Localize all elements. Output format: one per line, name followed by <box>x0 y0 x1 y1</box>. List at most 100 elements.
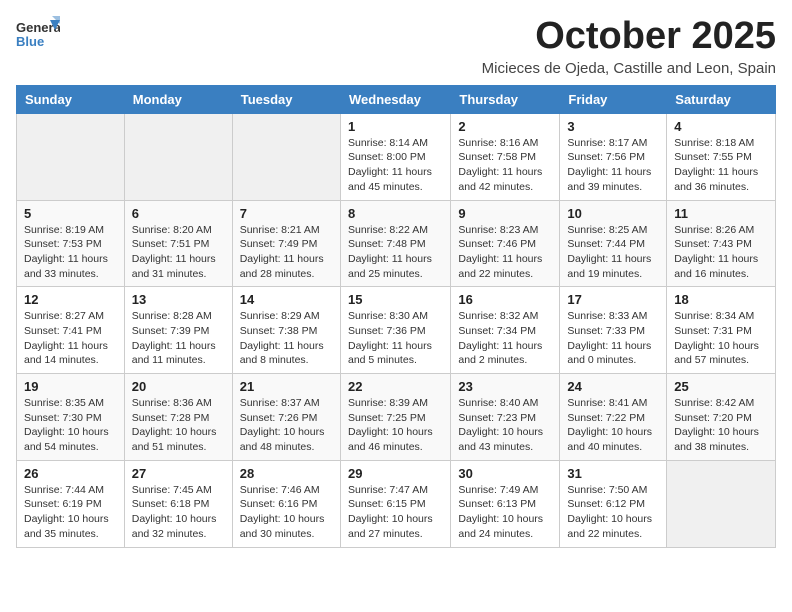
cell-info: Sunrise: 8:36 AM Sunset: 7:28 PM Dayligh… <box>132 396 225 455</box>
date-number: 29 <box>348 466 443 481</box>
calendar-cell: 7 Sunrise: 8:21 AM Sunset: 7:49 PM Daylig… <box>232 200 340 287</box>
date-number: 27 <box>132 466 225 481</box>
calendar-cell: 31 Sunrise: 7:50 AM Sunset: 6:12 PM Dayli… <box>560 460 667 547</box>
cell-info: Sunrise: 8:26 AM Sunset: 7:43 PM Dayligh… <box>674 223 768 282</box>
calendar-cell: 25 Sunrise: 8:42 AM Sunset: 7:20 PM Dayli… <box>667 374 776 461</box>
calendar-cell: 4 Sunrise: 8:18 AM Sunset: 7:55 PM Daylig… <box>667 113 776 200</box>
cell-info: Sunrise: 8:29 AM Sunset: 7:38 PM Dayligh… <box>240 309 333 368</box>
calendar-cell: 13 Sunrise: 8:28 AM Sunset: 7:39 PM Dayli… <box>124 287 232 374</box>
date-number: 2 <box>458 119 552 134</box>
calendar-cell: 16 Sunrise: 8:32 AM Sunset: 7:34 PM Dayli… <box>451 287 560 374</box>
date-number: 13 <box>132 292 225 307</box>
cell-info: Sunrise: 8:14 AM Sunset: 8:00 PM Dayligh… <box>348 136 443 195</box>
calendar-cell: 3 Sunrise: 8:17 AM Sunset: 7:56 PM Daylig… <box>560 113 667 200</box>
calendar-cell: 20Sunrise: 8:36 AM Sunset: 7:28 PM Dayli… <box>124 374 232 461</box>
calendar-cell: 10Sunrise: 8:25 AM Sunset: 7:44 PM Dayli… <box>560 200 667 287</box>
date-number: 1 <box>348 119 443 134</box>
calendar-cell: 23 Sunrise: 8:40 AM Sunset: 7:23 PM Dayli… <box>451 374 560 461</box>
page-header: General Blue October 2025 Micieces de Oj… <box>16 16 776 77</box>
cell-info: Sunrise: 8:34 AM Sunset: 7:31 PM Dayligh… <box>674 309 768 368</box>
calendar-table: SundayMondayTuesdayWednesdayThursdayFrid… <box>16 85 776 548</box>
week-row-1: 1 Sunrise: 8:14 AM Sunset: 8:00 PM Daylig… <box>17 113 776 200</box>
cell-info: Sunrise: 7:45 AM Sunset: 6:18 PM Dayligh… <box>132 483 225 542</box>
calendar-cell: 19 Sunrise: 8:35 AM Sunset: 7:30 PM Dayli… <box>17 374 125 461</box>
date-number: 8 <box>348 206 443 221</box>
svg-text:Blue: Blue <box>16 34 44 49</box>
cell-info: Sunrise: 8:28 AM Sunset: 7:39 PM Dayligh… <box>132 309 225 368</box>
date-number: 6 <box>132 206 225 221</box>
date-number: 19 <box>24 379 117 394</box>
cell-info: Sunrise: 8:30 AM Sunset: 7:36 PM Dayligh… <box>348 309 443 368</box>
calendar-cell: 27 Sunrise: 7:45 AM Sunset: 6:18 PM Dayli… <box>124 460 232 547</box>
cell-info: Sunrise: 8:20 AM Sunset: 7:51 PM Dayligh… <box>132 223 225 282</box>
cell-info: Sunrise: 7:47 AM Sunset: 6:15 PM Dayligh… <box>348 483 443 542</box>
calendar-cell: 18 Sunrise: 8:34 AM Sunset: 7:31 PM Dayli… <box>667 287 776 374</box>
cell-info: Sunrise: 8:25 AM Sunset: 7:44 PM Dayligh… <box>567 223 659 282</box>
date-number: 23 <box>458 379 552 394</box>
date-number: 26 <box>24 466 117 481</box>
day-header-tuesday: Tuesday <box>232 85 340 113</box>
calendar-cell: 1 Sunrise: 8:14 AM Sunset: 8:00 PM Daylig… <box>340 113 450 200</box>
calendar-cell: 24Sunrise: 8:41 AM Sunset: 7:22 PM Dayli… <box>560 374 667 461</box>
day-header-sunday: Sunday <box>17 85 125 113</box>
calendar-cell: 11 Sunrise: 8:26 AM Sunset: 7:43 PM Dayli… <box>667 200 776 287</box>
cell-info: Sunrise: 8:16 AM Sunset: 7:58 PM Dayligh… <box>458 136 552 195</box>
week-row-5: 26 Sunrise: 7:44 AM Sunset: 6:19 PM Dayli… <box>17 460 776 547</box>
calendar-cell: 30 Sunrise: 7:49 AM Sunset: 6:13 PM Dayli… <box>451 460 560 547</box>
cell-info: Sunrise: 8:18 AM Sunset: 7:55 PM Dayligh… <box>674 136 768 195</box>
date-number: 16 <box>458 292 552 307</box>
calendar-cell: 29 Sunrise: 7:47 AM Sunset: 6:15 PM Dayli… <box>340 460 450 547</box>
date-number: 31 <box>567 466 659 481</box>
week-row-4: 19 Sunrise: 8:35 AM Sunset: 7:30 PM Dayli… <box>17 374 776 461</box>
cell-info: Sunrise: 8:32 AM Sunset: 7:34 PM Dayligh… <box>458 309 552 368</box>
week-row-3: 12 Sunrise: 8:27 AM Sunset: 7:41 PM Dayli… <box>17 287 776 374</box>
calendar-cell: 12 Sunrise: 8:27 AM Sunset: 7:41 PM Dayli… <box>17 287 125 374</box>
cell-info: Sunrise: 7:49 AM Sunset: 6:13 PM Dayligh… <box>458 483 552 542</box>
calendar-cell: 28Sunrise: 7:46 AM Sunset: 6:16 PM Dayli… <box>232 460 340 547</box>
date-number: 30 <box>458 466 552 481</box>
calendar-cell <box>667 460 776 547</box>
day-header-row: SundayMondayTuesdayWednesdayThursdayFrid… <box>17 85 776 113</box>
calendar-cell <box>124 113 232 200</box>
calendar-cell: 21 Sunrise: 8:37 AM Sunset: 7:26 PM Dayli… <box>232 374 340 461</box>
logo: General Blue <box>16 16 60 56</box>
location: Micieces de Ojeda, Castille and Leon, Sp… <box>482 60 776 77</box>
date-number: 15 <box>348 292 443 307</box>
date-number: 9 <box>458 206 552 221</box>
cell-info: Sunrise: 8:40 AM Sunset: 7:23 PM Dayligh… <box>458 396 552 455</box>
date-number: 7 <box>240 206 333 221</box>
cell-info: Sunrise: 8:21 AM Sunset: 7:49 PM Dayligh… <box>240 223 333 282</box>
day-header-wednesday: Wednesday <box>340 85 450 113</box>
date-number: 17 <box>567 292 659 307</box>
cell-info: Sunrise: 7:44 AM Sunset: 6:19 PM Dayligh… <box>24 483 117 542</box>
cell-info: Sunrise: 8:33 AM Sunset: 7:33 PM Dayligh… <box>567 309 659 368</box>
cell-info: Sunrise: 7:50 AM Sunset: 6:12 PM Dayligh… <box>567 483 659 542</box>
day-header-thursday: Thursday <box>451 85 560 113</box>
date-number: 11 <box>674 206 768 221</box>
month-title: October 2025 <box>482 16 776 58</box>
date-number: 21 <box>240 379 333 394</box>
date-number: 4 <box>674 119 768 134</box>
calendar-cell: 9 Sunrise: 8:23 AM Sunset: 7:46 PM Daylig… <box>451 200 560 287</box>
cell-info: Sunrise: 8:37 AM Sunset: 7:26 PM Dayligh… <box>240 396 333 455</box>
date-number: 22 <box>348 379 443 394</box>
title-area: October 2025 Micieces de Ojeda, Castille… <box>482 16 776 77</box>
cell-info: Sunrise: 8:27 AM Sunset: 7:41 PM Dayligh… <box>24 309 117 368</box>
cell-info: Sunrise: 8:42 AM Sunset: 7:20 PM Dayligh… <box>674 396 768 455</box>
day-header-monday: Monday <box>124 85 232 113</box>
cell-info: Sunrise: 8:19 AM Sunset: 7:53 PM Dayligh… <box>24 223 117 282</box>
calendar-cell <box>232 113 340 200</box>
date-number: 18 <box>674 292 768 307</box>
date-number: 25 <box>674 379 768 394</box>
calendar-cell: 8Sunrise: 8:22 AM Sunset: 7:48 PM Daylig… <box>340 200 450 287</box>
calendar-cell: 14Sunrise: 8:29 AM Sunset: 7:38 PM Dayli… <box>232 287 340 374</box>
date-number: 12 <box>24 292 117 307</box>
calendar-cell: 17 Sunrise: 8:33 AM Sunset: 7:33 PM Dayli… <box>560 287 667 374</box>
cell-info: Sunrise: 8:23 AM Sunset: 7:46 PM Dayligh… <box>458 223 552 282</box>
cell-info: Sunrise: 8:17 AM Sunset: 7:56 PM Dayligh… <box>567 136 659 195</box>
calendar-cell <box>17 113 125 200</box>
date-number: 3 <box>567 119 659 134</box>
cell-info: Sunrise: 8:39 AM Sunset: 7:25 PM Dayligh… <box>348 396 443 455</box>
week-row-2: 5Sunrise: 8:19 AM Sunset: 7:53 PM Daylig… <box>17 200 776 287</box>
cell-info: Sunrise: 8:35 AM Sunset: 7:30 PM Dayligh… <box>24 396 117 455</box>
